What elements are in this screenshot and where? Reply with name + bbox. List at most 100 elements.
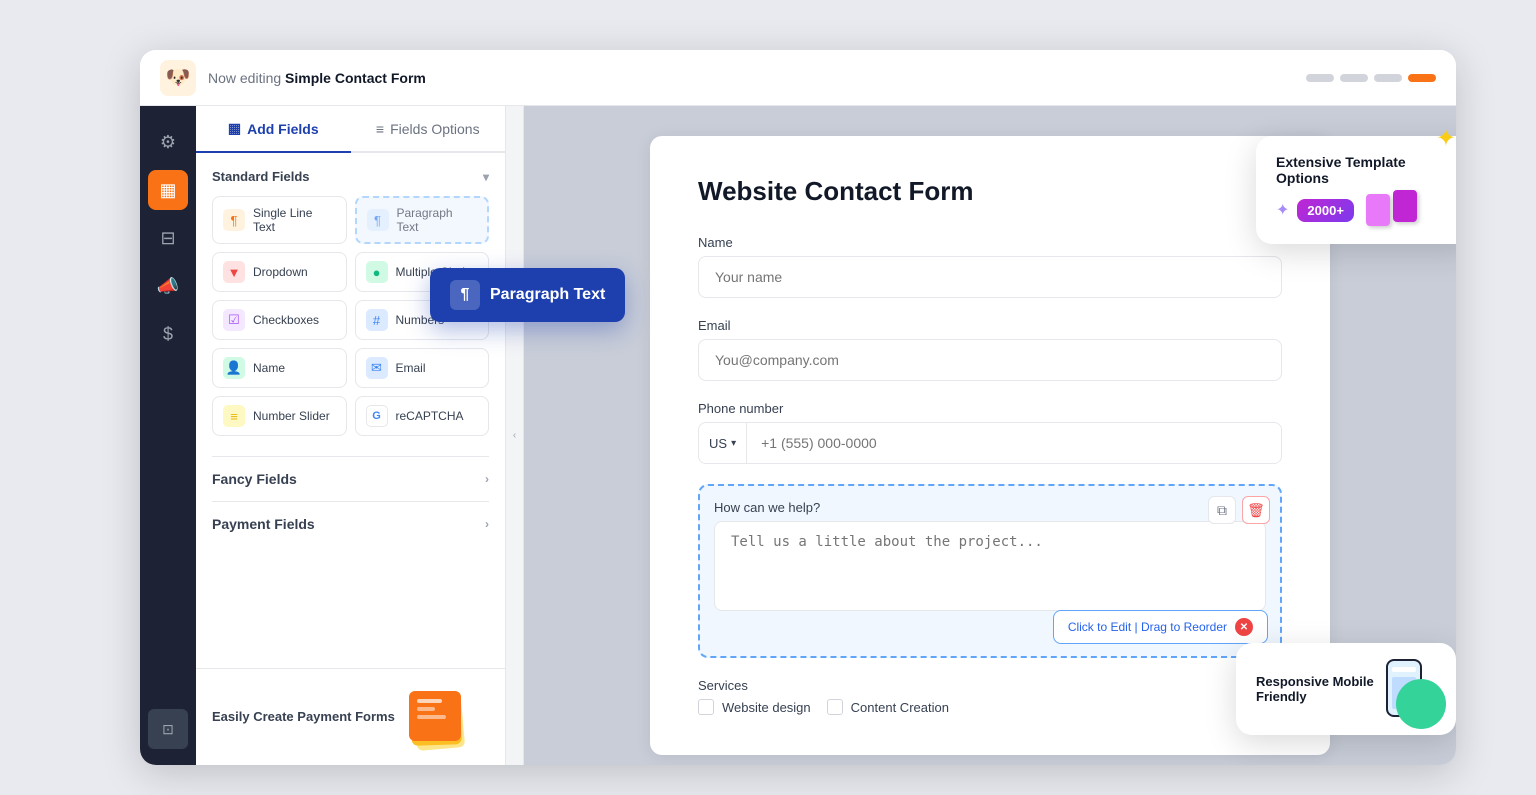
checkbox-website-design[interactable] bbox=[698, 699, 714, 715]
name-input[interactable] bbox=[698, 256, 1282, 298]
duplicate-button[interactable]: ⧉ bbox=[1208, 496, 1236, 524]
field-item-checkboxes[interactable]: ☑ Checkboxes bbox=[212, 300, 347, 340]
phone-number-input[interactable] bbox=[747, 423, 1281, 463]
field-item-numbers[interactable]: # Numbers bbox=[355, 300, 490, 340]
sidebar-icons: ⚙ ▦ ⊟ 📣 $ ⊡ bbox=[140, 106, 196, 765]
services-label: Services bbox=[698, 678, 1282, 693]
field-item-single-line-text[interactable]: ¶ Single Line Text bbox=[212, 196, 347, 244]
editing-label: Now editing Simple Contact Form bbox=[208, 70, 426, 86]
payment-fields-chevron-icon: › bbox=[485, 517, 489, 531]
dot-1 bbox=[1306, 74, 1334, 82]
tab-fields-options-label: Fields Options bbox=[390, 121, 479, 137]
country-chevron-icon: ▾ bbox=[731, 438, 736, 449]
mobile-promo-title: Responsive Mobile Friendly bbox=[1256, 674, 1374, 704]
tab-add-fields-label: Add Fields bbox=[247, 121, 319, 137]
name-label: Name bbox=[253, 361, 285, 375]
sidebar-icon-settings[interactable]: ⚙ bbox=[148, 122, 188, 162]
name-label: Name bbox=[698, 235, 1282, 250]
service-content-creation-label: Content Creation bbox=[851, 700, 949, 715]
dropdown-icon: ▼ bbox=[223, 261, 245, 283]
delete-button[interactable]: 🗑 bbox=[1242, 496, 1270, 524]
form-title: Website Contact Form bbox=[698, 176, 1282, 207]
fancy-fields-section: Fancy Fields › bbox=[212, 456, 489, 501]
service-website-design-label: Website design bbox=[722, 700, 811, 715]
tab-add-fields[interactable]: ▦ Add Fields bbox=[196, 106, 351, 153]
recaptcha-label: reCAPTCHA bbox=[396, 409, 464, 423]
progress-dots bbox=[1306, 74, 1436, 82]
template-promo-card: ✦ Extensive Template Options ✦ 2000+ bbox=[1256, 136, 1456, 244]
single-line-text-icon: ¶ bbox=[223, 209, 245, 231]
name-field-group: Name bbox=[698, 235, 1282, 298]
payment-fields-section: Payment Fields › bbox=[212, 501, 489, 546]
email-icon: ✉ bbox=[366, 357, 388, 379]
single-line-text-label: Single Line Text bbox=[253, 206, 336, 234]
services-checkboxes: Website design Content Creation bbox=[698, 699, 1282, 715]
field-actions: ⧉ 🗑 bbox=[1208, 496, 1270, 524]
dropdown-label: Dropdown bbox=[253, 265, 308, 279]
logo-icon: 🐶 bbox=[160, 60, 196, 96]
panel-promo: Easily Create Payment Forms bbox=[196, 668, 505, 765]
message-label: How can we help? bbox=[714, 500, 1266, 515]
fields-options-icon: ≡ bbox=[376, 121, 384, 137]
top-bar: 🐶 Now editing Simple Contact Form bbox=[140, 50, 1456, 106]
promo-text: Easily Create Payment Forms bbox=[212, 708, 395, 726]
sidebar-icon-customize[interactable]: ⊟ bbox=[148, 218, 188, 258]
fields-panel: ▦ Add Fields ≡ Fields Options Standard F… bbox=[196, 106, 506, 765]
field-item-number-slider[interactable]: ≡ Number Slider bbox=[212, 396, 347, 436]
email-field-group: Email bbox=[698, 318, 1282, 381]
field-item-multiple-choice[interactable]: ● Multiple Choice bbox=[355, 252, 490, 292]
fancy-fields-label: Fancy Fields bbox=[212, 471, 297, 487]
dot-3 bbox=[1374, 74, 1402, 82]
collapse-icon: ‹ bbox=[513, 430, 516, 441]
star-icon: ✦ bbox=[1436, 124, 1456, 153]
country-code-text: US bbox=[709, 436, 727, 451]
name-icon: 👤 bbox=[223, 357, 245, 379]
add-fields-icon: ▦ bbox=[228, 120, 241, 137]
services-section: Services Website design Content Creation bbox=[698, 678, 1282, 715]
template-promo-title: Extensive Template Options bbox=[1276, 154, 1456, 186]
field-item-dropdown[interactable]: ▼ Dropdown bbox=[212, 252, 347, 292]
standard-fields-header[interactable]: Standard Fields ▾ bbox=[212, 169, 489, 184]
message-textarea[interactable] bbox=[714, 521, 1266, 611]
field-item-name[interactable]: 👤 Name bbox=[212, 348, 347, 388]
sidebar-bottom-icon: ⊡ bbox=[148, 709, 188, 749]
field-item-recaptcha[interactable]: G reCAPTCHA bbox=[355, 396, 490, 436]
checkbox-content-creation[interactable] bbox=[827, 699, 843, 715]
sidebar-icon-forms[interactable]: ▦ bbox=[148, 170, 188, 210]
email-input[interactable] bbox=[698, 339, 1282, 381]
sidebar-icon-marketing[interactable]: 📣 bbox=[148, 266, 188, 306]
payment-fields-label: Payment Fields bbox=[212, 516, 315, 532]
close-edit-bar-button[interactable]: ✕ bbox=[1235, 618, 1253, 636]
app-container: 🐶 Now editing Simple Contact Form ⚙ ▦ ⊟ … bbox=[140, 50, 1456, 765]
payment-fields-header[interactable]: Payment Fields › bbox=[212, 516, 489, 532]
edit-bar[interactable]: Click to Edit | Drag to Reorder ✕ bbox=[1053, 610, 1268, 644]
panel-collapse-handle[interactable]: ‹ bbox=[506, 106, 524, 765]
multiple-choice-label: Multiple Choice bbox=[396, 265, 478, 279]
fancy-fields-header[interactable]: Fancy Fields › bbox=[212, 471, 489, 487]
field-item-paragraph-text[interactable]: ¶ Paragraph Text bbox=[355, 196, 490, 244]
number-slider-label: Number Slider bbox=[253, 409, 330, 423]
mobile-promo-card: Responsive Mobile Friendly bbox=[1236, 643, 1456, 735]
fields-content: Standard Fields ▾ ¶ Single Line Text ¶ P… bbox=[196, 153, 505, 668]
numbers-icon: # bbox=[366, 309, 388, 331]
form-canvas: ✦ Extensive Template Options ✦ 2000+ Web… bbox=[524, 106, 1456, 765]
service-website-design[interactable]: Website design bbox=[698, 699, 811, 715]
body-area: ⚙ ▦ ⊟ 📣 $ ⊡ ▦ Add Fields ≡ Fields Option… bbox=[140, 106, 1456, 765]
phone-country-selector[interactable]: US ▾ bbox=[699, 423, 747, 463]
recaptcha-icon: G bbox=[366, 405, 388, 427]
message-field-group[interactable]: ⧉ 🗑 How can we help? Click to Edit | Dra… bbox=[698, 484, 1282, 658]
form-name: Simple Contact Form bbox=[285, 70, 426, 86]
sidebar-icon-payments[interactable]: $ bbox=[148, 314, 188, 354]
email-label: Email bbox=[396, 361, 426, 375]
form-card: Website Contact Form Name Email Phone nu… bbox=[650, 136, 1330, 755]
field-item-email[interactable]: ✉ Email bbox=[355, 348, 490, 388]
chevron-down-icon: ▾ bbox=[483, 170, 489, 184]
tab-fields-options[interactable]: ≡ Fields Options bbox=[351, 106, 506, 153]
standard-fields-label: Standard Fields bbox=[212, 169, 310, 184]
multiple-choice-icon: ● bbox=[366, 261, 388, 283]
sparkle-icon: ✦ bbox=[1276, 200, 1289, 220]
service-content-creation[interactable]: Content Creation bbox=[827, 699, 949, 715]
paragraph-text-label: Paragraph Text bbox=[397, 206, 478, 234]
checkboxes-icon: ☑ bbox=[223, 309, 245, 331]
phone-input-wrapper: US ▾ bbox=[698, 422, 1282, 464]
